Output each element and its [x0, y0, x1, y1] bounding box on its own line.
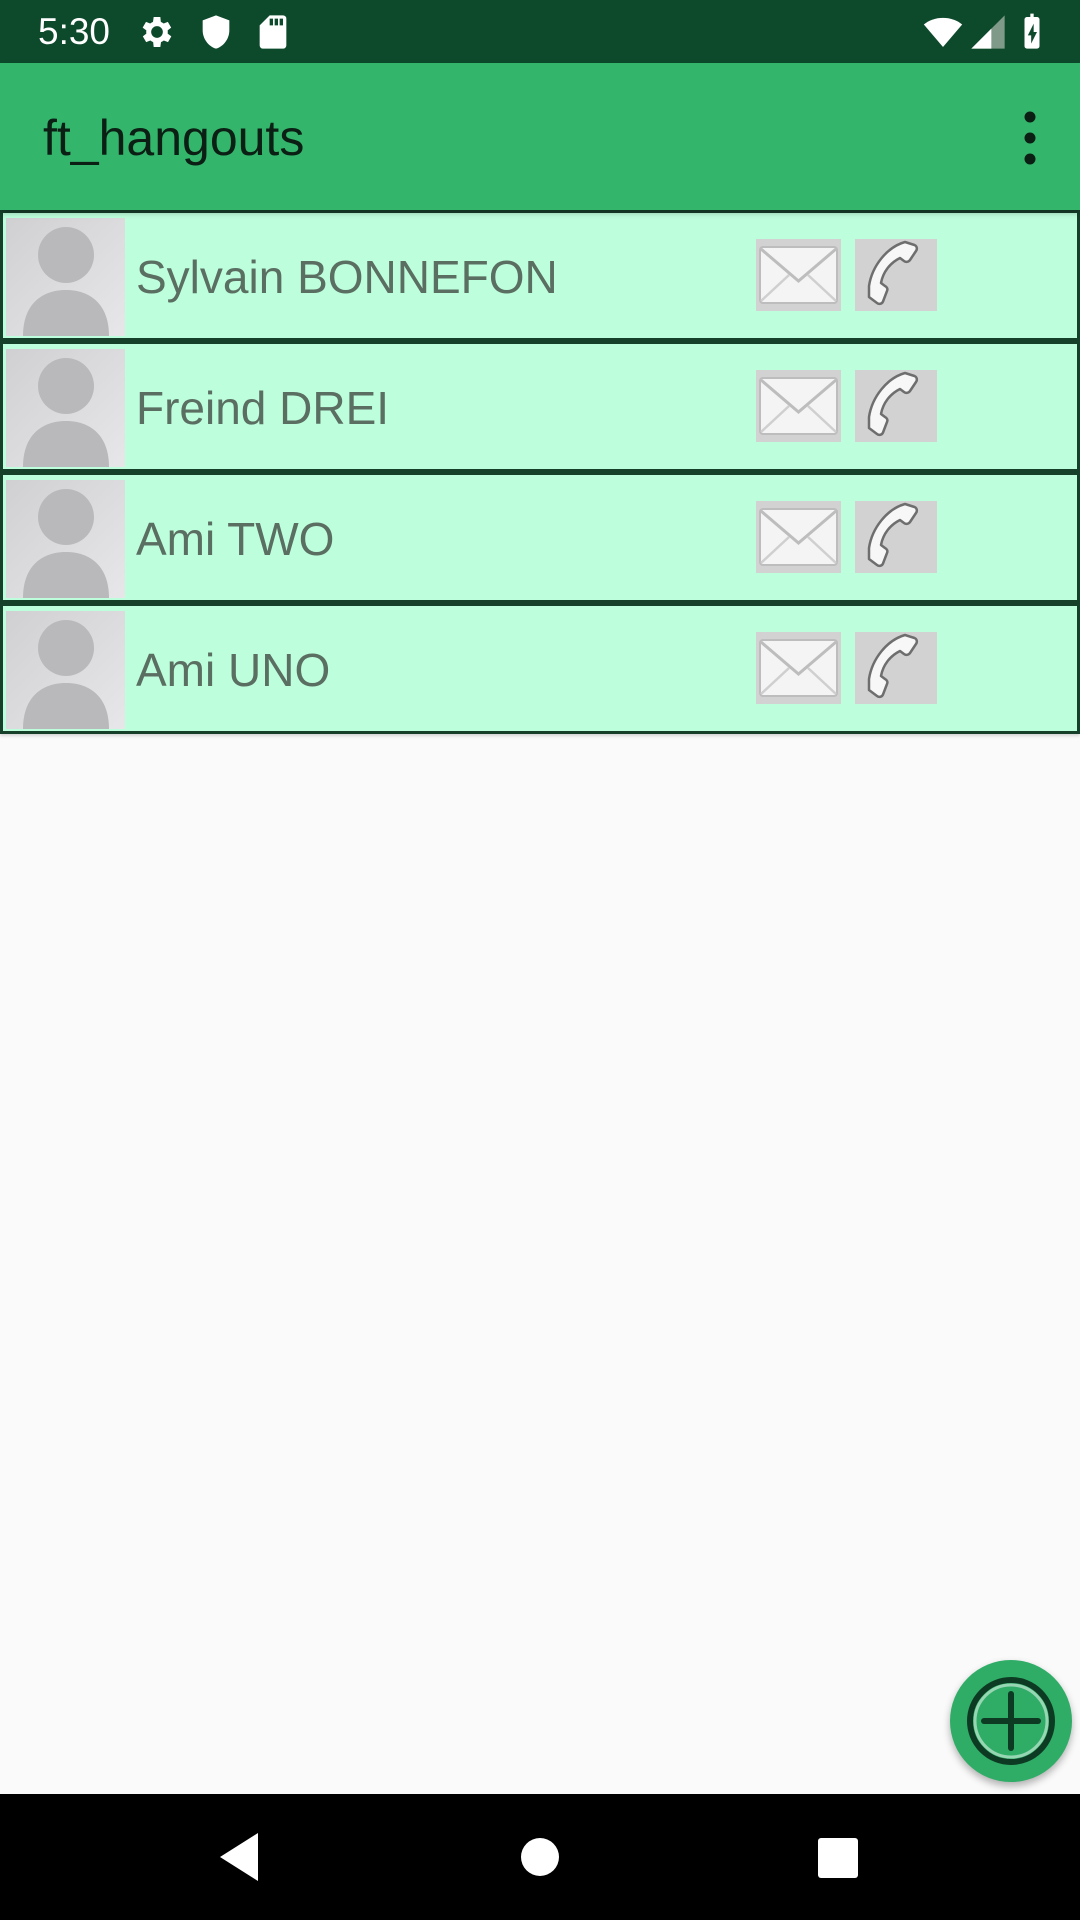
sd-card-icon [253, 12, 293, 52]
settings-icon [137, 12, 177, 52]
call-button[interactable] [855, 239, 937, 311]
back-icon[interactable] [210, 1827, 270, 1887]
envelope-icon [756, 239, 841, 311]
call-button[interactable] [855, 501, 937, 573]
app-bar: ft_hangouts [0, 63, 1080, 210]
phone-icon [855, 632, 937, 704]
add-contact-button[interactable] [950, 1660, 1072, 1782]
message-button[interactable] [756, 632, 841, 704]
battery-charging-icon [1012, 12, 1052, 52]
envelope-icon [756, 501, 841, 573]
call-button[interactable] [855, 370, 937, 442]
contact-row[interactable]: Ami TWO [0, 472, 1080, 603]
app-title: ft_hangouts [43, 110, 305, 166]
wifi-icon [920, 12, 966, 52]
contact-name: Ami UNO [136, 644, 331, 696]
status-time: 5:30 [38, 11, 111, 52]
contact-name: Freind DREI [136, 382, 390, 434]
contact-name: Ami TWO [136, 513, 335, 565]
phone-icon [855, 501, 937, 573]
contact-row[interactable]: Freind DREI [0, 341, 1080, 472]
envelope-icon [756, 632, 841, 704]
screen: 5:30 ft_hangouts Sylvain BONNEFON Freind… [0, 0, 1080, 1920]
recents-icon[interactable] [807, 1827, 867, 1887]
message-button[interactable] [756, 501, 841, 573]
message-button[interactable] [756, 239, 841, 311]
cell-signal-icon [968, 12, 1008, 52]
contact-row[interactable]: Ami UNO [0, 603, 1080, 734]
default-avatar-icon [6, 480, 125, 598]
phone-icon [855, 370, 937, 442]
contact-list: Sylvain BONNEFON Freind DREI Ami TWO Ami… [0, 210, 1080, 734]
more-vert-icon[interactable] [990, 103, 1080, 173]
default-avatar-icon [6, 611, 125, 729]
home-icon[interactable] [510, 1827, 570, 1887]
message-button[interactable] [756, 370, 841, 442]
default-avatar-icon [6, 349, 125, 467]
envelope-icon [756, 370, 841, 442]
default-avatar-icon [6, 218, 125, 336]
status-bar: 5:30 [0, 0, 1080, 63]
nav-bar [0, 1794, 1080, 1920]
contact-row[interactable]: Sylvain BONNEFON [0, 210, 1080, 341]
contact-name: Sylvain BONNEFON [136, 251, 558, 303]
shield-icon [196, 12, 236, 52]
add-circle-icon [967, 1677, 1055, 1765]
phone-icon [855, 239, 937, 311]
call-button[interactable] [855, 632, 937, 704]
